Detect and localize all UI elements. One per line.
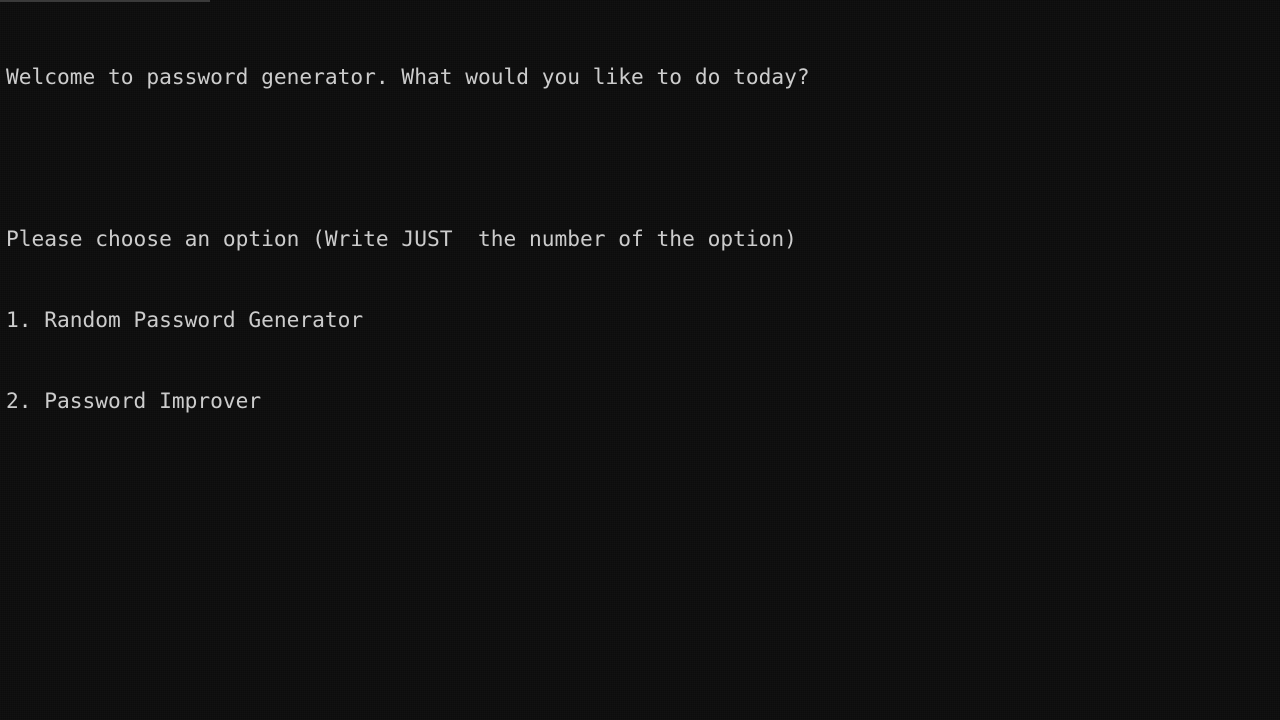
option-password-improver: 2. Password Improver: [6, 388, 262, 413]
option-prompt: Please choose an option (Write JUST the …: [6, 226, 797, 251]
title-bar-edge: [0, 0, 210, 2]
welcome-message: Welcome to password generator. What woul…: [6, 64, 810, 89]
option-random-password-generator: 1. Random Password Generator: [6, 307, 364, 332]
terminal-window[interactable]: Welcome to password generator. What woul…: [0, 0, 1280, 720]
terminal-output: Welcome to password generator. What woul…: [6, 9, 810, 468]
